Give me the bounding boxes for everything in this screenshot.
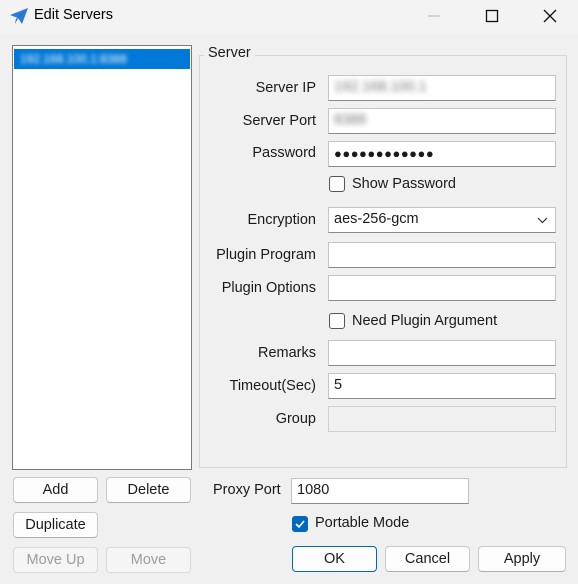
server-port-value: 8388 xyxy=(334,112,367,128)
server-ip-value: 192.168.100.1 xyxy=(334,79,427,95)
window-title: Edit Servers xyxy=(34,7,113,23)
server-group-title: Server xyxy=(204,45,255,61)
portable-mode-label[interactable]: Portable Mode xyxy=(315,515,409,531)
close-button[interactable] xyxy=(527,0,573,32)
ok-button[interactable]: OK xyxy=(292,546,377,572)
remarks-field[interactable] xyxy=(328,340,556,366)
encryption-value: aes-256-gcm xyxy=(334,211,419,227)
server-port-label: Server Port xyxy=(242,113,316,129)
need-plugin-argument-label[interactable]: Need Plugin Argument xyxy=(352,313,497,329)
password-field[interactable]: ●●●●●●●●●●●● xyxy=(328,141,556,167)
minimize-button[interactable] xyxy=(411,0,457,32)
paper-plane-icon xyxy=(10,8,28,24)
move-down-button[interactable]: Move xyxy=(106,547,191,573)
delete-button[interactable]: Delete xyxy=(106,477,191,503)
timeout-label: Timeout(Sec) xyxy=(229,378,316,394)
close-icon xyxy=(543,9,557,23)
plugin-options-field[interactable] xyxy=(328,275,556,301)
plugin-program-field[interactable] xyxy=(328,242,556,268)
chevron-down-icon xyxy=(537,217,548,224)
title-bar: Edit Servers xyxy=(0,0,578,34)
checkmark-icon xyxy=(295,520,305,529)
plugin-program-label: Plugin Program xyxy=(216,247,316,263)
encryption-label: Encryption xyxy=(247,212,316,228)
password-value: ●●●●●●●●●●●● xyxy=(334,146,435,161)
apply-button[interactable]: Apply xyxy=(478,546,566,572)
need-plugin-argument-checkbox[interactable] xyxy=(329,313,345,329)
timeout-field[interactable]: 5 xyxy=(328,373,556,399)
server-ip-field[interactable]: 192.168.100.1 xyxy=(328,75,556,101)
maximize-icon xyxy=(485,9,499,23)
plugin-options-label: Plugin Options xyxy=(221,280,316,296)
server-ip-label: Server IP xyxy=(255,80,316,96)
show-password-label[interactable]: Show Password xyxy=(352,176,456,192)
proxy-port-value: 1080 xyxy=(297,482,330,498)
password-label: Password xyxy=(252,145,316,161)
timeout-value: 5 xyxy=(334,377,343,393)
maximize-button[interactable] xyxy=(469,0,515,32)
server-port-field[interactable]: 8388 xyxy=(328,108,556,134)
portable-mode-checkbox[interactable] xyxy=(292,516,308,532)
encryption-select[interactable]: aes-256-gcm xyxy=(328,207,556,233)
show-password-checkbox[interactable] xyxy=(329,176,345,192)
group-field xyxy=(328,406,556,432)
add-button[interactable]: Add xyxy=(13,477,98,503)
remarks-label: Remarks xyxy=(257,345,316,361)
proxy-port-field[interactable]: 1080 xyxy=(291,478,469,504)
duplicate-button[interactable]: Duplicate xyxy=(13,512,98,538)
group-label: Group xyxy=(275,411,316,427)
proxy-port-label: Proxy Port xyxy=(213,482,281,498)
server-list[interactable]: 192.168.100.1:8388 xyxy=(12,45,192,470)
cancel-button[interactable]: Cancel xyxy=(385,546,470,572)
server-list-item[interactable]: 192.168.100.1:8388 xyxy=(14,49,190,69)
minimize-icon xyxy=(428,15,440,17)
move-up-button[interactable]: Move Up xyxy=(13,547,98,573)
